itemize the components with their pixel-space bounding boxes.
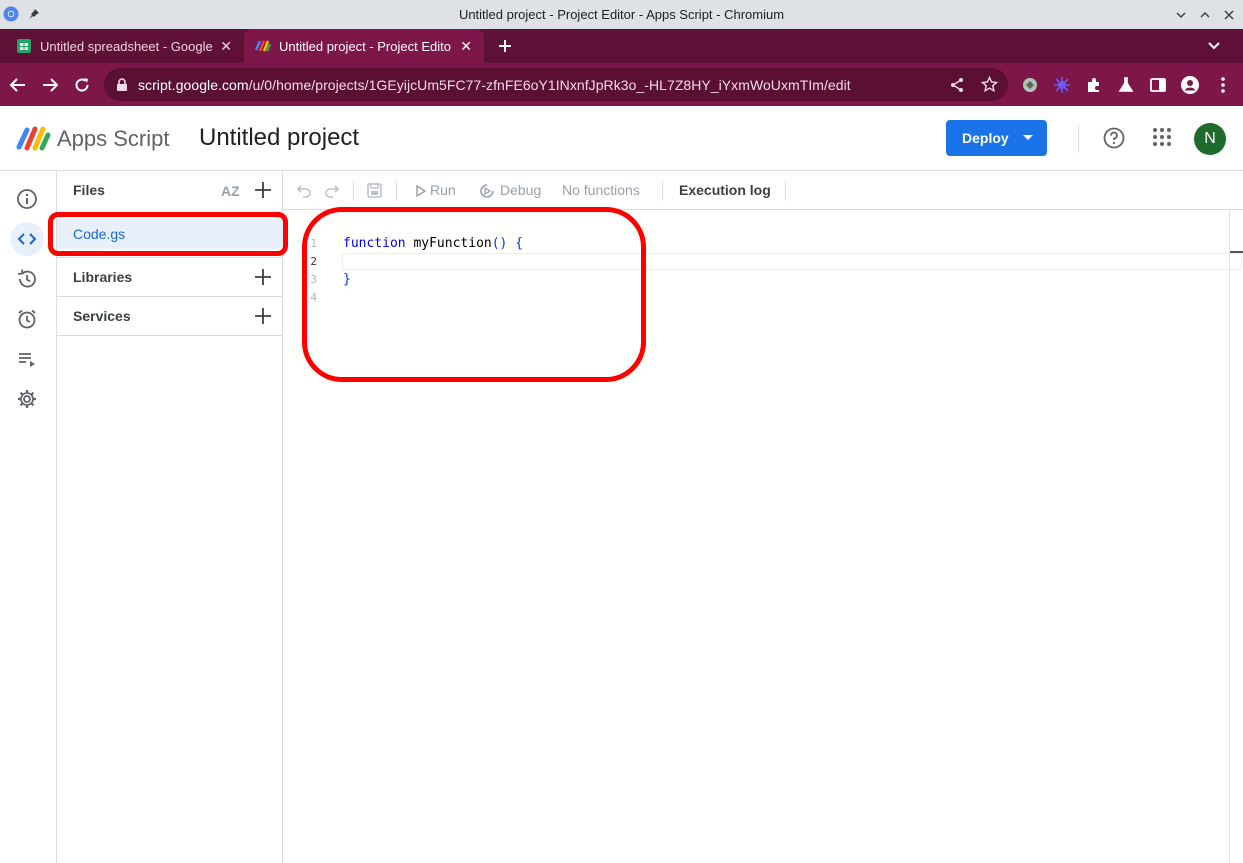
play-icon <box>416 185 426 197</box>
extension-icon[interactable] <box>1053 76 1071 94</box>
debug-label: Debug <box>500 182 542 198</box>
undo-icon[interactable] <box>296 182 312 198</box>
back-button[interactable] <box>5 72 31 98</box>
execution-log-button[interactable]: Execution log <box>679 182 771 198</box>
services-label: Services <box>73 308 131 324</box>
highlight-code-area <box>302 207 646 382</box>
scrollbar-cursor-marker <box>1230 251 1243 253</box>
apps-script-logo-icon <box>16 126 51 151</box>
run-label: Run <box>430 182 456 198</box>
share-icon[interactable] <box>949 77 965 93</box>
redo-icon[interactable] <box>324 182 340 198</box>
divider <box>57 296 283 297</box>
tab-strip: Untitled spreadsheet - Google Sheets ✕ U… <box>0 29 1243 63</box>
history-icon <box>17 269 36 288</box>
arrow-right-icon <box>43 78 59 92</box>
close-tab-icon[interactable]: ✕ <box>220 38 232 55</box>
avatar[interactable]: N <box>1194 123 1226 155</box>
maximize-button[interactable] <box>1194 4 1216 26</box>
close-tab-icon[interactable]: ✕ <box>460 38 472 55</box>
save-icon[interactable] <box>366 182 383 199</box>
chevron-down-icon <box>1208 42 1220 50</box>
plus-icon <box>499 40 511 52</box>
window-title-bar: Untitled project - Project Editor - Apps… <box>0 0 1243 29</box>
sort-az-button[interactable]: AZ <box>221 183 240 199</box>
brand-name: Apps Script <box>57 126 170 151</box>
chevron-up-icon <box>1200 11 1210 18</box>
chevron-down-icon <box>1176 12 1186 19</box>
reload-icon <box>75 78 89 92</box>
header-divider <box>1078 125 1079 153</box>
toolbar-divider <box>353 181 354 201</box>
files-heading: Files <box>73 182 105 198</box>
forward-button[interactable] <box>37 72 63 98</box>
divider <box>57 335 283 336</box>
bookmark-star-icon[interactable] <box>981 76 998 93</box>
tab-apps-script[interactable]: Untitled project - Project Editor - Apps… <box>244 29 484 63</box>
code-icon <box>17 233 37 245</box>
alarm-clock-icon <box>18 309 36 329</box>
tab-label: Untitled spreadsheet - Google Sheets <box>40 39 215 54</box>
files-panel: Files AZ Code.gs Libraries Services <box>57 171 283 863</box>
apps-grid-icon[interactable] <box>1152 127 1172 147</box>
close-icon <box>1224 10 1234 20</box>
window-title: Untitled project - Project Editor - Apps… <box>458 7 785 22</box>
editor-button[interactable] <box>10 222 44 256</box>
tab-search-button[interactable] <box>1205 38 1223 54</box>
playlist-play-icon <box>19 353 35 367</box>
project-title[interactable]: Untitled project <box>199 124 359 152</box>
deploy-button[interactable]: Deploy <box>946 120 1047 156</box>
labs-flask-icon[interactable] <box>1117 76 1135 94</box>
overview-button[interactable] <box>10 182 44 216</box>
new-tab-button[interactable] <box>495 36 515 56</box>
left-nav-rail <box>0 171 57 863</box>
debug-icon <box>480 184 494 198</box>
url-text: script.google.com/u/0/home/projects/1GEy… <box>138 77 851 93</box>
highlight-file-item <box>48 212 288 256</box>
more-vert-icon[interactable] <box>1215 76 1231 94</box>
toolbar-divider <box>662 181 663 201</box>
function-select[interactable]: No functions <box>562 182 640 198</box>
sheets-favicon-icon <box>17 39 31 53</box>
toolbar-divider <box>785 181 786 201</box>
tab-label: Untitled project - Project Editor - Apps… <box>279 39 451 54</box>
add-library-icon[interactable] <box>253 267 273 287</box>
profile-icon[interactable] <box>1180 75 1200 95</box>
reload-button[interactable] <box>69 72 95 98</box>
deploy-label: Deploy <box>962 130 1009 146</box>
editor-scrollbar[interactable] <box>1229 210 1230 863</box>
help-icon[interactable] <box>1103 127 1125 149</box>
toolbar-divider <box>396 181 397 201</box>
executions-button[interactable] <box>10 262 44 296</box>
puzzle-icon[interactable] <box>1085 76 1103 94</box>
add-service-icon[interactable] <box>253 306 273 326</box>
executions-list-button[interactable] <box>10 342 44 376</box>
minimize-button[interactable] <box>1170 4 1192 26</box>
lock-icon <box>117 78 127 91</box>
editor-toolbar: Run Debug No functions Execution log <box>283 171 1243 210</box>
triggers-button[interactable] <box>10 302 44 336</box>
project-settings-button[interactable] <box>10 382 44 416</box>
extension-icon[interactable] <box>1021 76 1039 94</box>
info-icon <box>17 189 37 209</box>
apps-script-favicon-icon <box>254 40 272 52</box>
close-window-button[interactable] <box>1218 4 1240 26</box>
address-bar[interactable]: script.google.com/u/0/home/projects/1GEy… <box>104 68 1008 101</box>
libraries-label: Libraries <box>73 269 133 285</box>
caret-down-icon <box>1023 135 1033 140</box>
tab-spreadsheet[interactable]: Untitled spreadsheet - Google Sheets ✕ <box>8 29 244 63</box>
side-panel-icon[interactable] <box>1149 76 1167 94</box>
divider <box>57 257 283 258</box>
navigation-bar: script.google.com/u/0/home/projects/1GEy… <box>0 63 1243 106</box>
app-header: Apps Script Untitled project Deploy N <box>0 106 1243 171</box>
add-file-icon[interactable] <box>253 180 273 200</box>
arrow-left-icon <box>9 78 25 92</box>
gear-icon <box>18 390 36 408</box>
